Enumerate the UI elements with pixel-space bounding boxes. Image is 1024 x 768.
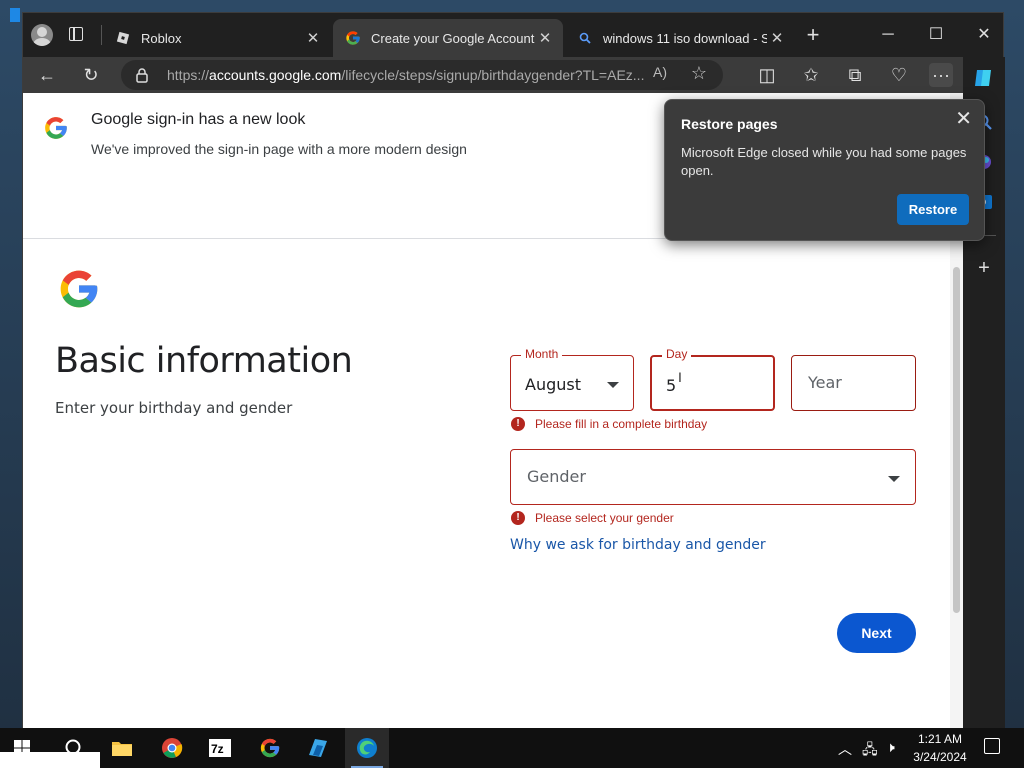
google-app-icon[interactable] [248,728,292,768]
lock-icon[interactable] [135,67,149,83]
tab-title: windows 11 iso download - Sea [603,30,767,46]
network-icon[interactable]: 🖧 [862,739,878,768]
gender-placeholder: Gender [527,467,586,486]
svg-text:7z: 7z [211,742,224,756]
address-bar[interactable]: https://accounts.google.com/lifecycle/st… [121,60,723,90]
gender-error: ! Please select your gender [511,511,674,525]
month-label: Month [521,347,563,361]
volume-muted-icon[interactable]: 🕨 [886,739,895,768]
page-subtitle: Enter your birthday and gender [55,399,293,417]
tab-google-account[interactable]: Create your Google Account ✕ [333,19,563,57]
tab-close-icon[interactable]: ✕ [535,29,555,47]
7zip-icon[interactable]: 7z [198,728,242,768]
collections-icon[interactable]: ⧉ [843,63,867,87]
favorites-icon[interactable]: ✩ [799,63,823,87]
edge-taskbar-icon[interactable] [345,728,389,768]
overlay-patch [0,752,100,768]
more-options-icon[interactable]: ··· [929,63,953,87]
add-sidebar-app-icon[interactable]: + [973,257,995,279]
birthday-error-text: Please fill in a complete birthday [535,417,708,431]
tab-title: Roblox [141,30,182,46]
gender-error-text: Please select your gender [535,511,674,525]
month-select[interactable]: Month August [510,347,634,411]
taskbar: 7z ︿ 🖧 🕨 1:21 AM 3/24/2024 [0,728,1024,768]
tab-roblox[interactable]: Roblox ✕ [103,19,331,57]
toolbar: ← ↻ https://accounts.google.com/lifecycl… [23,57,1003,93]
split-screen-icon[interactable]: ◫ [755,63,779,87]
url-text: https://accounts.google.com/lifecycle/st… [167,67,645,83]
chrome-icon[interactable] [150,728,194,768]
clock-date: 3/24/2024 [913,750,967,764]
desktop-icon [10,8,20,22]
roblox-icon [115,30,131,46]
next-button[interactable]: Next [837,613,916,653]
new-tab-button[interactable]: + [801,24,825,46]
profile-avatar-icon[interactable] [31,24,53,46]
file-explorer-icon[interactable] [100,728,144,768]
close-window-button[interactable]: ✕ [969,21,999,49]
tab-title: Create your Google Account [371,30,535,46]
restore-pages-popup: Restore pages ✕ Microsoft Edge closed wh… [664,99,985,241]
maximize-button[interactable]: ☐ [921,21,951,49]
restore-body: Microsoft Edge closed while you had some… [681,145,967,178]
back-arrow-icon[interactable]: ← [35,63,59,87]
browser-essentials-icon[interactable]: ♡ [887,63,911,87]
month-value: August [525,375,581,394]
tab-close-icon[interactable]: ✕ [767,29,787,47]
clock-time: 1:21 AM [917,732,963,746]
chevron-down-icon [607,382,619,388]
birthday-error: ! Please fill in a complete birthday [511,417,707,431]
refresh-icon[interactable]: ↻ [79,63,103,87]
gender-select[interactable]: Gender [510,449,916,505]
taskbar-clock[interactable]: 1:21 AM 3/24/2024 [908,730,972,766]
read-aloud-icon[interactable]: A) [653,64,667,80]
notification-icon[interactable] [984,738,1000,754]
error-icon: ! [511,417,525,431]
chevron-down-icon [888,476,900,482]
tab-windows-search[interactable]: windows 11 iso download - Sea ✕ [565,19,795,57]
tab-strip: Roblox ✕ Create your Google Account ✕ wi… [23,13,1003,57]
close-icon[interactable]: ✕ [955,106,972,131]
page-title: Basic information [55,341,353,381]
year-input[interactable]: Year [791,355,916,411]
why-birthday-gender-link[interactable]: Why we ask for birthday and gender [510,537,766,553]
day-label: Day [662,347,692,361]
scrollbar-thumb[interactable] [953,267,960,613]
minimize-button[interactable]: ─ [873,21,903,49]
roblox-studio-icon[interactable] [296,728,340,768]
restore-button[interactable]: Restore [897,194,969,225]
year-placeholder: Year [808,373,842,392]
tab-actions-icon[interactable] [69,27,83,41]
favorite-star-icon[interactable]: ☆ [691,63,707,84]
error-icon: ! [511,511,525,525]
chevron-up-icon[interactable]: ︿ [838,739,852,768]
google-logo-icon [60,270,98,308]
tab-close-icon[interactable]: ✕ [303,29,323,47]
notice-title: Google sign-in has a new look [91,111,306,128]
copilot-icon[interactable] [973,67,995,89]
day-value: 5 [666,376,677,395]
browser-window: Roblox ✕ Create your Google Account ✕ wi… [22,12,1005,748]
google-logo-icon [45,117,67,139]
day-input[interactable]: Day 5 I [650,347,775,411]
google-g-icon [345,30,361,46]
notice-subtitle: We've improved the sign-in page with a m… [91,141,467,157]
search-icon [577,30,593,46]
restore-title: Restore pages [681,116,778,132]
text-cursor-icon: I [678,369,682,385]
tab-separator [101,25,102,45]
